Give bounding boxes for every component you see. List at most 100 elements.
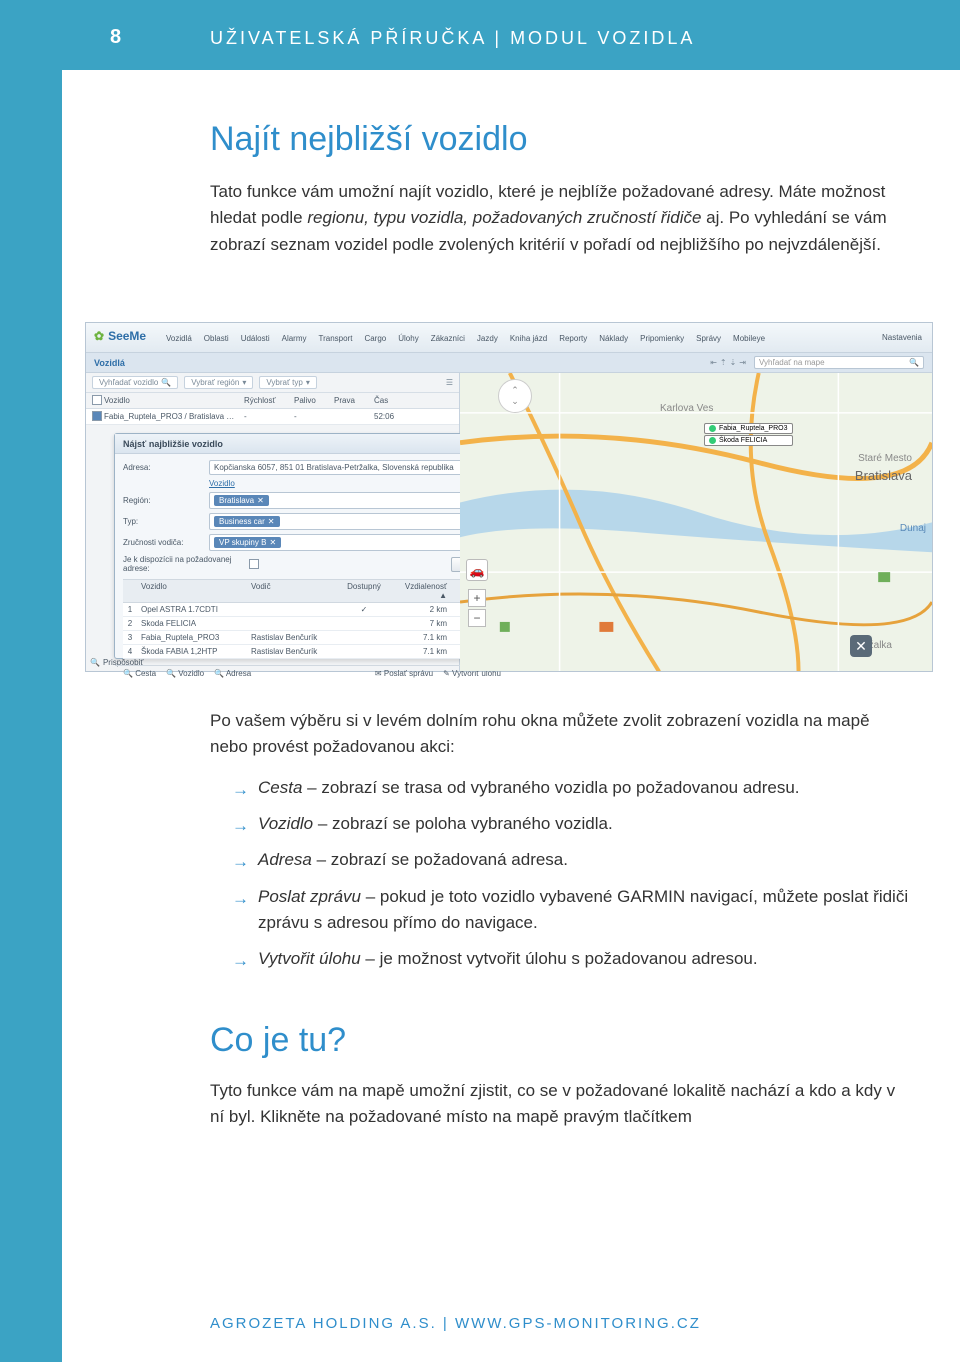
tab-nav-icons: ⇤ ⇡ ⇣ ⇥ (710, 358, 746, 367)
vozidlo-link[interactable]: Vozidlo (209, 479, 235, 488)
dialog-footer: 🔍 Cesta 🔍 Vozidlo 🔍 Adresa ✉ Poslať sprá… (115, 665, 509, 681)
arrow-right-icon: → (232, 886, 249, 912)
menu-item[interactable]: Cargo (364, 334, 386, 343)
vehicles-tab-bar: Vozidlá ⇤ ⇡ ⇣ ⇥ Vyhľadať na mape 🔍 (86, 353, 932, 373)
heading-whats-here: Co je tu? (210, 1021, 910, 1060)
foot-vozidlo[interactable]: 🔍 Vozidlo (166, 669, 204, 678)
arrow-right-icon: → (232, 849, 249, 875)
menu-item[interactable]: Vozidlá (166, 334, 192, 343)
results-table: Vozidlo Vodič Dostupný Vzdialenosť ▲ Trv… (123, 579, 501, 659)
side-strip (0, 0, 62, 1362)
marker-2[interactable]: Škoda FELICIA (704, 435, 793, 446)
result-row[interactable]: 3Fabia_Ruptela_PRO3Rastislav Benčurík7.1… (123, 631, 501, 645)
label-address: Adresa: (123, 463, 203, 472)
map-search-input[interactable]: Vyhľadať na mape 🔍 (754, 356, 924, 369)
zoom-control: + − (468, 589, 486, 629)
intro-paragraph: Tato funkce vám umožní najít vozidlo, kt… (210, 179, 910, 258)
find-nearest-vehicle-dialog: Nájsť najbližšie vozidlo ✕ Adresa: Kopči… (114, 433, 510, 659)
region-input[interactable]: Bratislava ✕✕ ▾ (209, 492, 501, 509)
menu-item[interactable]: Mobileye (733, 334, 765, 343)
result-row[interactable]: 4Škoda FABIA 1,2HTPRastislav Benčurík7.1… (123, 645, 501, 659)
dialog-titlebar: Nájsť najbližšie vozidlo ✕ (115, 434, 509, 454)
direction-control[interactable]: ⌃⌄ (498, 379, 532, 413)
menu-item[interactable]: Kniha jázd (510, 334, 547, 343)
list-item: →Adresa – zobrazí se požadovaná adresa. (232, 847, 910, 873)
city-label: Staré Mesto (858, 453, 912, 464)
car-icon[interactable]: 🚗 (466, 559, 488, 581)
city-label: Karlova Ves (660, 403, 713, 414)
zoom-out-button[interactable]: − (468, 609, 486, 627)
filter-vehicle-select[interactable]: Vyhľadať vozidlo 🔍 (92, 376, 178, 389)
result-row[interactable]: 2Skoda FELICIA7 km08m (123, 617, 501, 631)
document-footer: AGROZETA HOLDING A.S. | WWW.GPS-MONITORI… (210, 1315, 701, 1332)
vehicle-table-header: Vozidlo Rýchlosť Palivo Prava Čas (86, 393, 459, 409)
arrow-right-icon: → (232, 948, 249, 974)
tag-skill: VP skupiny B ✕ (214, 537, 281, 548)
zoom-in-button[interactable]: + (468, 589, 486, 607)
menu-item[interactable]: Jazdy (477, 334, 498, 343)
menu-item[interactable]: Úlohy (398, 334, 418, 343)
app-screenshot: SeeMe Vozidlá Oblasti Události Alarmy Transp… (85, 322, 933, 672)
filter-menu-icon[interactable]: ☰ (446, 378, 453, 387)
tag-region: Bratislava ✕ (214, 495, 269, 506)
page-number: 8 (110, 26, 122, 49)
filter-type-select[interactable]: Vybrať typ ▾ (259, 376, 317, 389)
filter-region-select[interactable]: Vybrať región ▾ (184, 376, 253, 389)
p2-text: Po vašem výběru si v levém dolním rohu o… (210, 708, 910, 761)
tag-type: Business car ✕ (214, 516, 280, 527)
foot-send-message[interactable]: ✉ Poslať správu (375, 669, 433, 678)
main-menu: Vozidlá Oblasti Události Alarmy Transport Car… (166, 323, 765, 353)
filter-row: Vyhľadať vozidlo 🔍 Vybrať región ▾ Vybra… (86, 373, 459, 393)
menu-item[interactable]: Zákazníci (431, 334, 465, 343)
menu-item[interactable]: Správy (696, 334, 721, 343)
map-canvas[interactable]: Karlova Ves Staré Mesto Bratislava Petrž… (460, 373, 932, 671)
menu-item[interactable]: Transport (319, 334, 353, 343)
menu-item[interactable]: Náklady (599, 334, 628, 343)
heading-find-nearest-vehicle: Najít nejbližší vozidlo (210, 120, 910, 159)
map-svg (460, 373, 932, 671)
arrow-right-icon[interactable]: ⇥ (739, 358, 746, 367)
list-item: →Cesta – zobrazí se trasa od vybraného v… (232, 775, 910, 801)
arrow-down-icon[interactable]: ⇣ (730, 358, 737, 367)
label-available: Je k dispozícii na požadovanej adrese: (123, 555, 243, 573)
river-label: Dunaj (900, 523, 926, 534)
menu-item[interactable]: Reporty (559, 334, 587, 343)
foot-cesta[interactable]: 🔍 Cesta (123, 669, 156, 678)
menu-item[interactable]: Události (241, 334, 270, 343)
type-input[interactable]: Business car ✕✕ ▾ (209, 513, 501, 530)
p3-text: Tyto funkce vám na mapě umožní zjistit, … (210, 1078, 910, 1131)
p1-text-italic: regionu, typu vozidla, požadovaných zruč… (307, 208, 701, 227)
marker-1[interactable]: Fabia_Ruptela_PRO3 (704, 423, 793, 434)
available-checkbox[interactable] (249, 559, 259, 569)
menu-item[interactable]: Pripomienky (640, 334, 684, 343)
skill-input[interactable]: VP skupiny B ✕✕ ▾ (209, 534, 501, 551)
menu-item[interactable]: Oblasti (204, 334, 229, 343)
arrow-left-icon[interactable]: ⇤ (710, 358, 717, 367)
arrow-right-icon: → (232, 813, 249, 839)
vehicle-markers: Fabia_Ruptela_PRO3 Škoda FELICIA (704, 423, 793, 446)
row-checkbox[interactable] (92, 411, 102, 421)
vehicle-table-row[interactable]: Fabia_Ruptela_PRO3 / Bratislava … - - 52… (86, 409, 459, 425)
menu-item[interactable]: Alarmy (282, 334, 307, 343)
select-all-checkbox[interactable] (92, 395, 102, 405)
address-input[interactable]: Kopčianska 6057, 851 01 Bratislava-Petrž… (209, 460, 501, 475)
label-region: Región: (123, 496, 203, 505)
label-type: Typ: (123, 517, 203, 526)
arrow-right-icon: → (232, 777, 249, 803)
app-logo: SeeMe (94, 329, 146, 343)
dialog-title: Nájsť najbližšie vozidlo (123, 439, 223, 449)
label-skill: Zručnosti vodiča: (123, 538, 203, 547)
list-item: →Vytvořit úlohu – je možnost vytvořit úl… (232, 946, 910, 972)
document-header: UŽIVATELSKÁ PŘÍRUČKA | MODUL VOZIDLA (210, 28, 695, 49)
map-search-placeholder: Vyhľadať na mape (759, 358, 825, 367)
result-row[interactable]: 1Opel ASTRA 1.7CDTI✓2 km00m (123, 603, 501, 617)
menu-settings[interactable]: Nastavenia (882, 333, 922, 342)
search-icon: 🔍 (909, 358, 919, 367)
list-item: →Poslat zprávu – pokud je toto vozidlo v… (232, 884, 910, 937)
app-menubar: SeeMe Vozidlá Oblasti Události Alarmy Transp… (86, 323, 932, 353)
foot-adresa[interactable]: 🔍 Adresa (214, 669, 251, 678)
map-pin-icon[interactable]: ✕ (850, 635, 872, 657)
arrow-up-icon[interactable]: ⇡ (720, 358, 727, 367)
tab-vehicles[interactable]: Vozidlá (94, 358, 125, 368)
list-item: →Vozidlo – zobrazí se poloha vybraného v… (232, 811, 910, 837)
